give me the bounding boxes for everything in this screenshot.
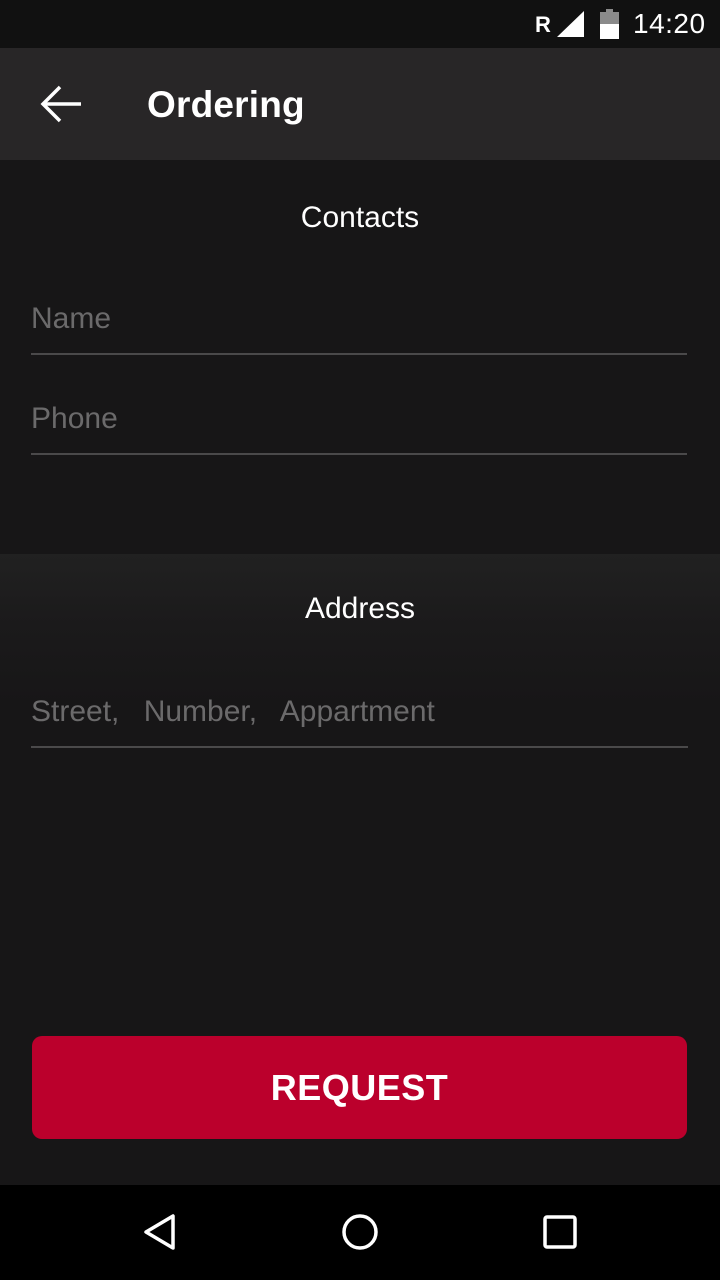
request-button[interactable]: REQUEST <box>32 1036 687 1139</box>
signal-icon <box>557 11 584 37</box>
contacts-heading: Contacts <box>300 201 420 234</box>
arrow-left-icon <box>40 85 81 123</box>
contacts-section: Contacts <box>0 160 720 554</box>
name-field <box>31 293 687 355</box>
network-type-label: R <box>535 12 551 37</box>
back-button[interactable] <box>28 72 92 136</box>
status-clock: 14:20 <box>633 8 706 39</box>
phone-field <box>31 393 687 455</box>
address-heading: Address <box>304 592 416 625</box>
nav-home-icon[interactable] <box>335 1207 385 1257</box>
address-input[interactable] <box>31 692 688 732</box>
status-bar: R 14:20 <box>0 0 720 48</box>
phone-input[interactable] <box>31 399 687 439</box>
ordering-screen: R 14:20 Ordering Contacts Addr <box>0 0 720 1280</box>
address-field <box>31 686 688 748</box>
navigation-bar <box>0 1185 720 1280</box>
nav-recents-icon[interactable] <box>535 1207 585 1257</box>
app-bar: Ordering <box>0 48 720 160</box>
page-title: Ordering <box>147 84 305 125</box>
name-input[interactable] <box>31 299 687 339</box>
battery-icon <box>600 9 619 39</box>
nav-back-icon[interactable] <box>136 1207 186 1257</box>
